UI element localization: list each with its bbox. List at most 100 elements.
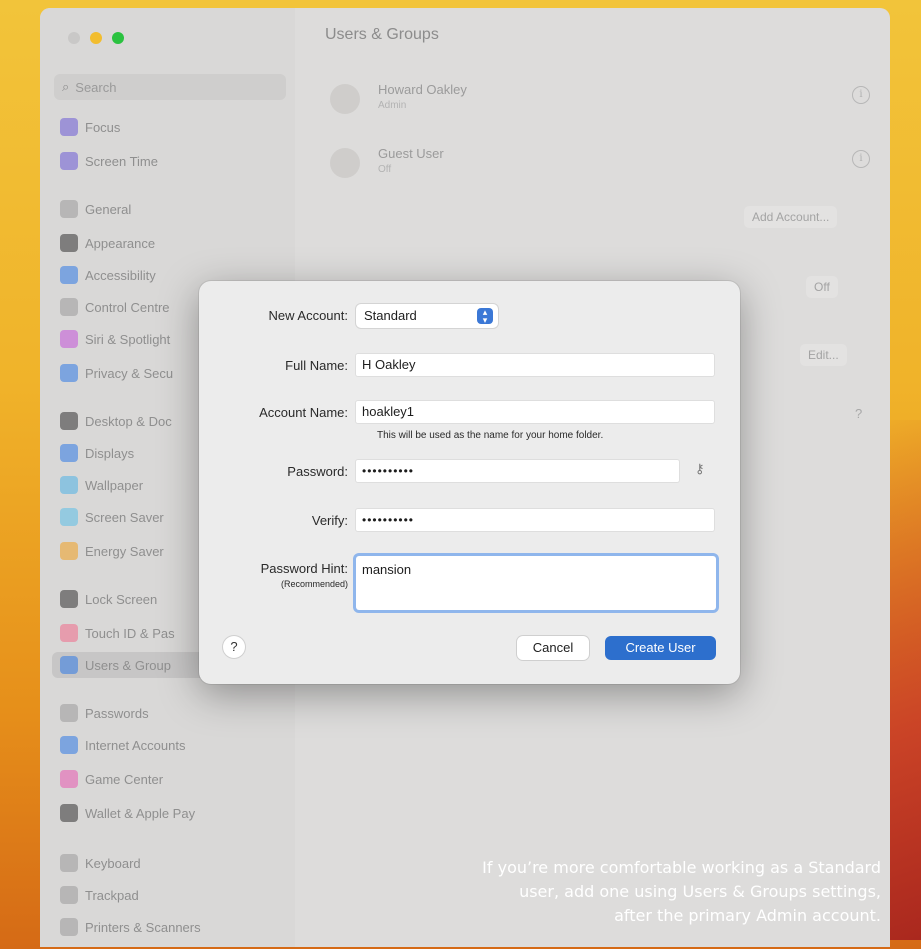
sidebar-item[interactable]: Focus bbox=[60, 114, 120, 140]
sidebar-item-label: Keyboard bbox=[85, 855, 141, 871]
appearance-icon bbox=[60, 234, 78, 252]
passwords-icon bbox=[60, 704, 78, 722]
screen-time-icon bbox=[60, 152, 78, 170]
accessibility-icon bbox=[60, 266, 78, 284]
game-center-icon bbox=[60, 770, 78, 788]
user-row-guest[interactable]: Guest User Off i bbox=[330, 144, 870, 188]
password-hint-sublabel: (Recommended) bbox=[280, 579, 348, 589]
sidebar-item[interactable]: Control Centre bbox=[60, 294, 170, 320]
password-field[interactable]: •••••••••• bbox=[356, 460, 679, 482]
full-name-field[interactable]: H Oakley bbox=[356, 354, 714, 376]
sidebar-item-label: Passwords bbox=[85, 705, 149, 721]
sidebar-item[interactable]: Printers & Scanners bbox=[60, 914, 201, 940]
minimize-button[interactable] bbox=[90, 32, 102, 44]
sidebar-item[interactable]: Accessibility bbox=[60, 262, 156, 288]
verify-label: Verify: bbox=[311, 513, 348, 528]
guest-avatar-icon bbox=[330, 148, 360, 178]
sidebar-item[interactable]: Energy Saver bbox=[60, 538, 164, 564]
sidebar-item[interactable]: Internet Accounts bbox=[60, 732, 185, 758]
control-centre-icon bbox=[60, 298, 78, 316]
new-account-dialog: New Account: Standard ▴ ▾ Full Name: H Oa… bbox=[199, 281, 740, 684]
add-account-button[interactable]: Add Account... bbox=[744, 206, 838, 228]
edit-button[interactable]: Edit... bbox=[800, 344, 847, 366]
focus-icon bbox=[60, 118, 78, 136]
search-icon: ⌕ bbox=[62, 79, 70, 94]
sidebar-item-label: Trackpad bbox=[85, 887, 139, 903]
privacy-icon bbox=[60, 364, 78, 382]
verify-field[interactable]: •••••••••• bbox=[356, 509, 714, 531]
password-hint-field[interactable]: mansion bbox=[356, 556, 716, 610]
displays-icon bbox=[60, 444, 78, 462]
info-icon[interactable]: i bbox=[852, 150, 870, 168]
sidebar-item[interactable]: Wallet & Apple Pay bbox=[60, 800, 195, 826]
sidebar-item-label: Printers & Scanners bbox=[85, 919, 201, 935]
caption: If you’re more comfortable working as a … bbox=[482, 858, 881, 925]
sidebar-item[interactable]: General bbox=[60, 196, 131, 222]
trackpad-icon bbox=[60, 886, 78, 904]
sidebar-item[interactable]: Appearance bbox=[60, 230, 155, 256]
users-icon bbox=[60, 656, 78, 674]
sidebar-item[interactable]: Displays bbox=[60, 440, 134, 466]
sidebar-item[interactable]: Siri & Spotlight bbox=[60, 326, 170, 352]
sidebar-item[interactable]: Wallpaper bbox=[60, 472, 143, 498]
cancel-button[interactable]: Cancel bbox=[517, 636, 589, 660]
user-name: Guest User bbox=[378, 146, 444, 161]
gear-icon bbox=[60, 200, 78, 218]
wallet-icon bbox=[60, 804, 78, 822]
sidebar-item-label: Wallpaper bbox=[85, 477, 144, 493]
keyboard-icon bbox=[60, 854, 78, 872]
sidebar-item[interactable]: Privacy & Secu bbox=[60, 360, 173, 386]
printers-icon bbox=[60, 918, 78, 936]
account-name-label: Account Name: bbox=[259, 405, 348, 420]
auto-login-toggle[interactable]: Off bbox=[806, 276, 838, 298]
chevron-updown-icon: ▴ ▾ bbox=[477, 308, 493, 325]
help-icon[interactable]: ? bbox=[855, 406, 862, 421]
close-button[interactable] bbox=[68, 32, 80, 44]
energy-saver-icon bbox=[60, 542, 78, 560]
sidebar-item-label: Displays bbox=[85, 445, 135, 461]
sidebar-item-label: Screen Time bbox=[85, 153, 158, 169]
account-type-select[interactable]: Standard ▴ ▾ bbox=[356, 304, 498, 328]
siri-icon bbox=[60, 330, 78, 348]
user-row-howard[interactable]: Howard Oakley Admin i bbox=[330, 80, 870, 124]
touch-id-icon bbox=[60, 624, 78, 642]
sidebar-item-label: Energy Saver bbox=[85, 543, 164, 559]
sidebar-item-label: Appearance bbox=[85, 235, 156, 251]
page-title: Users & Groups bbox=[325, 26, 439, 43]
sidebar-item[interactable]: Screen Saver bbox=[60, 504, 164, 530]
sidebar-item[interactable]: Desktop & Doc bbox=[60, 408, 172, 434]
sidebar-item[interactable]: Touch ID & Pas bbox=[60, 620, 175, 646]
user-role: Off bbox=[378, 164, 392, 175]
help-button[interactable]: ? bbox=[223, 636, 245, 658]
sidebar-item[interactable]: Trackpad bbox=[60, 882, 139, 908]
user-role: Admin bbox=[378, 100, 407, 111]
sidebar-item-label: Touch ID & Pas bbox=[85, 625, 175, 641]
sidebar-item-label: Desktop & Doc bbox=[85, 413, 172, 429]
account-name-note: This will be used as the name for your h… bbox=[377, 430, 604, 441]
lock-screen-icon bbox=[60, 590, 78, 608]
sidebar-item[interactable]: Keyboard bbox=[60, 850, 141, 876]
sidebar-item-label: Screen Saver bbox=[85, 509, 164, 525]
sidebar-item-label: Users & Group bbox=[85, 657, 171, 673]
internet-accounts-icon bbox=[60, 736, 78, 754]
sidebar-item[interactable]: Lock Screen bbox=[60, 586, 157, 612]
sidebar-item[interactable]: Passwords bbox=[60, 700, 149, 726]
search-input[interactable]: ⌕ Search bbox=[54, 74, 286, 100]
create-user-button[interactable]: Create User bbox=[605, 636, 716, 660]
sidebar-item-label: Internet Accounts bbox=[85, 737, 186, 753]
sidebar-item[interactable]: Screen Time bbox=[60, 148, 158, 174]
wallpaper-icon bbox=[60, 476, 78, 494]
sidebar-item-label: General bbox=[85, 201, 132, 217]
sidebar-item-label: Lock Screen bbox=[85, 591, 158, 607]
account-name-field[interactable]: hoakley1 bbox=[356, 401, 714, 423]
sidebar-item-label: Privacy & Secu bbox=[85, 365, 174, 381]
key-icon[interactable]: ⚷ bbox=[695, 461, 705, 477]
sidebar-item-label: Focus bbox=[85, 119, 121, 135]
info-icon[interactable]: i bbox=[852, 86, 870, 104]
password-label: Password: bbox=[287, 464, 348, 479]
user-name: Howard Oakley bbox=[378, 82, 467, 97]
password-hint-label: Password Hint: bbox=[260, 561, 348, 576]
zoom-button[interactable] bbox=[112, 32, 124, 44]
sidebar-item[interactable]: Game Center bbox=[60, 766, 163, 792]
window-controls bbox=[68, 32, 124, 44]
